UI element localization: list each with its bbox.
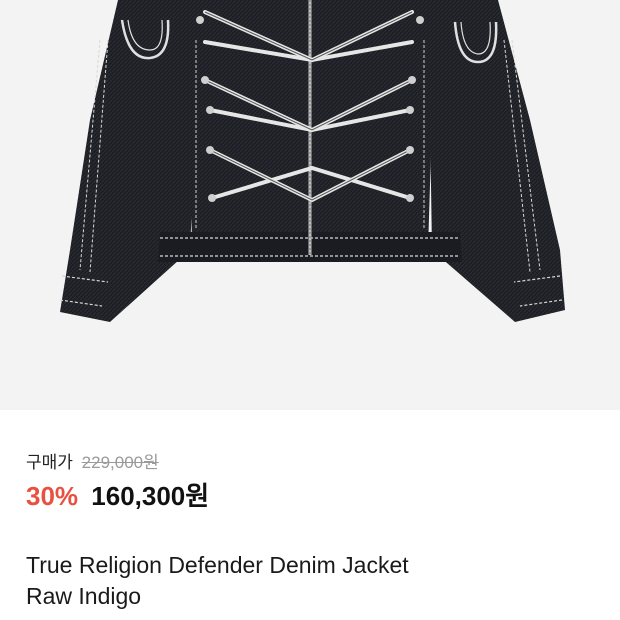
denim-jacket-image: [59, 0, 565, 322]
product-title-line1: True Religion Defender Denim Jacket: [26, 552, 409, 578]
sale-price: 160,300원: [91, 481, 210, 511]
product-title: True Religion Defender Denim Jacket Raw …: [26, 550, 586, 612]
purchase-price-label: 구매가: [26, 453, 73, 472]
sale-price-row: 30% 160,300원: [26, 480, 209, 512]
discount-percent: 30%: [26, 481, 79, 511]
price-label-row: 구매가 229,000원: [26, 453, 159, 473]
product-page: 구매가 229,000원 30% 160,300원 True Religion …: [0, 0, 620, 620]
product-title-line2: Raw Indigo: [26, 583, 142, 609]
product-image[interactable]: [0, 0, 620, 410]
product-info: 구매가 229,000원 30% 160,300원 True Religion …: [0, 410, 620, 620]
original-price: 229,000원: [81, 453, 159, 472]
